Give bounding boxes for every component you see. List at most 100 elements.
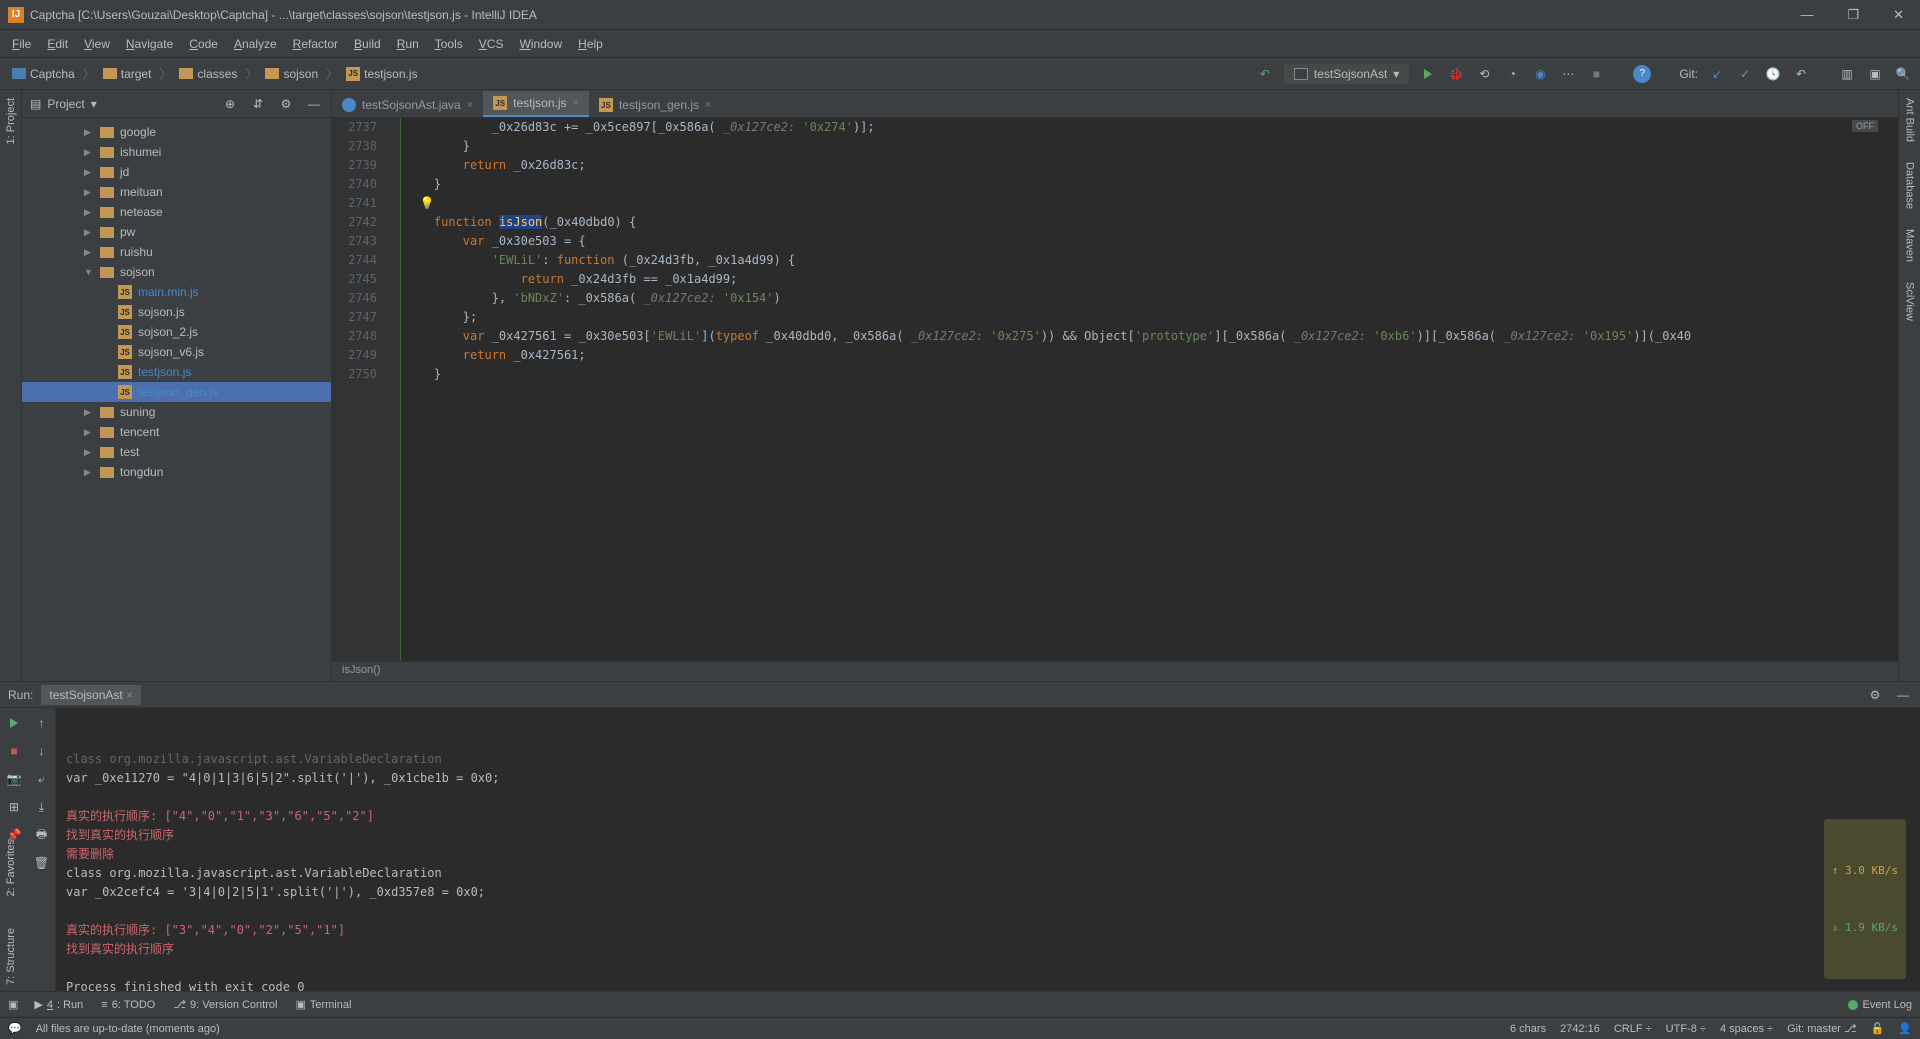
notification-icon[interactable]: 💬 [8, 1022, 22, 1035]
git-branch[interactable]: Git: master ⎇ [1787, 1022, 1857, 1035]
tree-item-netease[interactable]: ▶netease [22, 202, 331, 222]
tool-database-tab[interactable]: Database [1902, 158, 1918, 213]
event-log-button[interactable]: Event Log [1848, 999, 1912, 1011]
close-icon[interactable]: × [573, 97, 579, 109]
menu-build[interactable]: Build [346, 33, 389, 55]
minimize-button[interactable]: — [1792, 3, 1821, 27]
stop-button[interactable]: ■ [5, 742, 23, 760]
line-separator[interactable]: CRLF ÷ [1614, 1023, 1652, 1035]
editor-tab-testjson-js[interactable]: JStestjson.js× [483, 91, 589, 117]
menu-tools[interactable]: Tools [427, 33, 471, 55]
tree-item-pw[interactable]: ▶pw [22, 222, 331, 242]
project-view-icon[interactable]: ▤ [30, 97, 41, 111]
avatar-icon[interactable]: ? [1633, 65, 1651, 83]
maximize-button[interactable]: ❐ [1839, 3, 1867, 27]
tree-arrow-icon[interactable]: ▶ [84, 247, 94, 258]
menu-vcs[interactable]: VCS [471, 33, 512, 55]
tree-item-tongdun[interactable]: ▶tongdun [22, 462, 331, 482]
console-output[interactable]: class org.mozilla.javascript.ast.Variabl… [56, 708, 1920, 991]
tool-sciview-tab[interactable]: SciView [1902, 278, 1918, 325]
run-coverage-button[interactable]: ⟲ [1475, 65, 1493, 83]
breadcrumb-item[interactable]: classes [175, 65, 241, 83]
menu-window[interactable]: Window [511, 33, 570, 55]
dump-button[interactable]: 📷 [5, 770, 23, 788]
profile-button[interactable]: ◔ [1503, 65, 1521, 83]
run-tab[interactable]: testSojsonAst × [41, 685, 141, 705]
bottom-tool-6-todo[interactable]: ≡ 6: TODO [101, 998, 155, 1011]
up-icon[interactable]: ↑ [33, 714, 51, 732]
breadcrumb-item[interactable]: JStestjson.js [342, 65, 421, 83]
indent-setting[interactable]: 4 spaces ÷ [1720, 1023, 1773, 1035]
stop-button[interactable]: ■ [1587, 65, 1605, 83]
run-button[interactable] [1419, 65, 1437, 83]
project-tree[interactable]: ▶google▶ishumei▶jd▶meituan▶netease▶pw▶ru… [22, 118, 331, 681]
menu-refactor[interactable]: Refactor [285, 33, 346, 55]
hide-icon[interactable]: — [305, 95, 323, 113]
chevron-down-icon[interactable]: ▾ [91, 97, 97, 111]
ide-layout-icon[interactable]: ▣ [1866, 65, 1884, 83]
tree-arrow-icon[interactable]: ▶ [84, 427, 94, 438]
tree-arrow-icon[interactable]: ▶ [84, 207, 94, 218]
git-history-button[interactable]: 🕓 [1764, 65, 1782, 83]
tree-item-testjson-js[interactable]: JStestjson.js [22, 362, 331, 382]
tree-item-sojson[interactable]: ▼sojson [22, 262, 331, 282]
breadcrumb-item[interactable]: target [99, 65, 156, 83]
tree-item-testjson_gen-js[interactable]: JStestjson_gen.js [22, 382, 331, 402]
menu-code[interactable]: Code [181, 33, 226, 55]
tree-arrow-icon[interactable]: ▶ [84, 167, 94, 178]
gear-icon[interactable]: ⚙ [1866, 686, 1884, 704]
tree-item-meituan[interactable]: ▶meituan [22, 182, 331, 202]
memory-icon[interactable]: 👤 [1898, 1022, 1912, 1035]
tool-ant-build-tab[interactable]: Ant Build [1902, 94, 1918, 146]
down-icon[interactable]: ↓ [33, 742, 51, 760]
tool-structure-tab[interactable]: 7: Structure [3, 924, 19, 989]
attach-button[interactable]: ◉ [1531, 65, 1549, 83]
caret-position[interactable]: 2742:16 [1560, 1023, 1600, 1035]
tree-item-sojson_2-js[interactable]: JSsojson_2.js [22, 322, 331, 342]
tree-item-tencent[interactable]: ▶tencent [22, 422, 331, 442]
menu-run[interactable]: Run [389, 33, 427, 55]
git-update-button[interactable]: ↙ [1708, 65, 1726, 83]
menu-navigate[interactable]: Navigate [118, 33, 181, 55]
fold-strip[interactable] [387, 118, 401, 661]
tree-arrow-icon[interactable]: ▶ [84, 227, 94, 238]
tool-favorites-tab[interactable]: 2: Favorites [3, 835, 19, 900]
ide-settings-icon[interactable]: ▥ [1838, 65, 1856, 83]
editor-tab-testjson_gen-js[interactable]: JStestjson_gen.js× [589, 93, 722, 117]
tool-window-button[interactable]: ▣ [8, 998, 18, 1011]
menu-help[interactable]: Help [570, 33, 611, 55]
menu-file[interactable]: File [4, 33, 39, 55]
git-commit-button[interactable]: ✓ [1736, 65, 1754, 83]
tool-project-tab[interactable]: 1: Project [3, 94, 19, 148]
wrap-icon[interactable]: ⤶ [33, 770, 51, 788]
clear-icon[interactable]: 🗑 [33, 854, 51, 872]
editor-breadcrumb[interactable]: isJson() [332, 661, 1898, 681]
debug-button[interactable]: 🐞 [1447, 65, 1465, 83]
tool-maven-tab[interactable]: Maven [1902, 225, 1918, 266]
tree-arrow-icon[interactable]: ▶ [84, 467, 94, 478]
bottom-tool-9-version-control[interactable]: ⎇ 9: Version Control [173, 998, 277, 1011]
close-icon[interactable]: × [705, 99, 711, 111]
layout-button[interactable]: ⊞ [5, 798, 23, 816]
menu-edit[interactable]: Edit [39, 33, 76, 55]
git-revert-button[interactable]: ↶ [1792, 65, 1810, 83]
tree-item-ishumei[interactable]: ▶ishumei [22, 142, 331, 162]
locate-icon[interactable]: ⊕ [221, 95, 239, 113]
menu-analyze[interactable]: Analyze [226, 33, 285, 55]
editor-body[interactable]: OFF 273727382739274027412742274327442745… [332, 118, 1898, 661]
gear-icon[interactable]: ⚙ [277, 95, 295, 113]
file-encoding[interactable]: UTF-8 ÷ [1666, 1023, 1706, 1035]
scroll-icon[interactable]: ⤓ [33, 798, 51, 816]
close-icon[interactable]: × [126, 688, 133, 702]
tree-item-jd[interactable]: ▶jd [22, 162, 331, 182]
readonly-icon[interactable]: 🔓 [1871, 1022, 1885, 1035]
tree-item-test[interactable]: ▶test [22, 442, 331, 462]
run-anything-button[interactable]: ⋯ [1559, 65, 1577, 83]
tree-arrow-icon[interactable]: ▶ [84, 187, 94, 198]
tree-item-main-min-js[interactable]: JSmain.min.js [22, 282, 331, 302]
tree-arrow-icon[interactable]: ▶ [84, 147, 94, 158]
code-area[interactable]: _0x26d83c += _0x5ce897[_0x586a( _0x127ce… [401, 118, 1898, 661]
build-icon[interactable]: ↶ [1256, 65, 1274, 83]
bottom-tool-terminal[interactable]: ▣ Terminal [295, 998, 351, 1011]
search-everywhere-button[interactable]: 🔍 [1894, 65, 1912, 83]
